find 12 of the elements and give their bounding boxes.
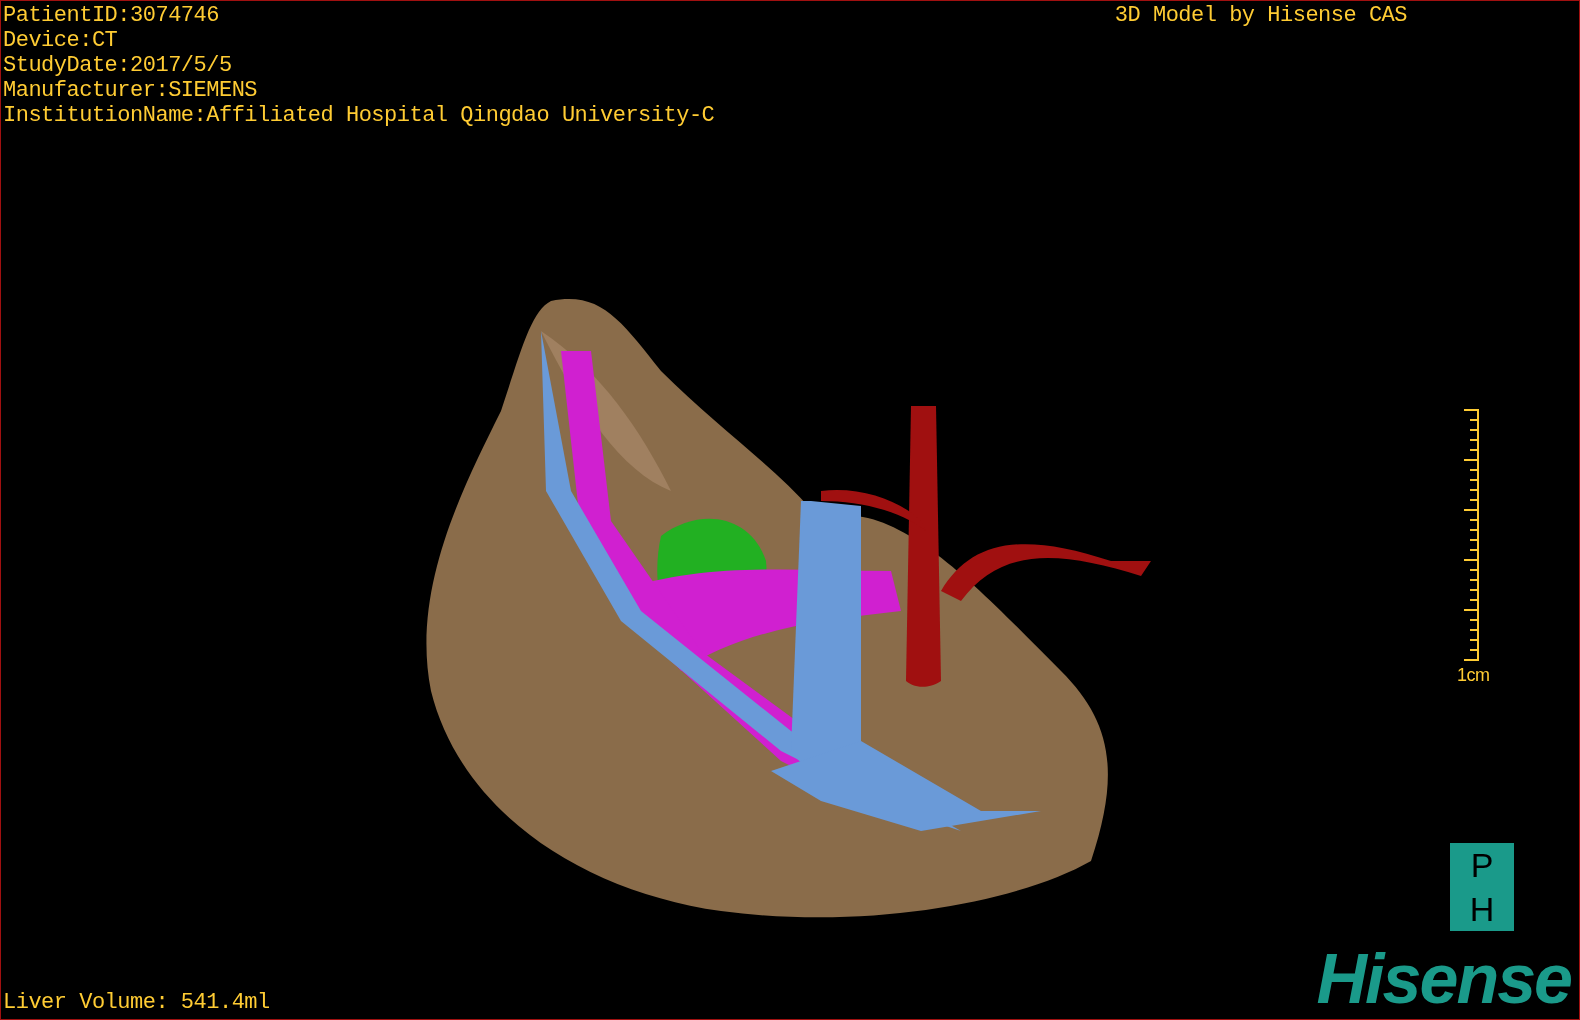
orientation-letter: H bbox=[1469, 891, 1495, 927]
orientation-letter: P bbox=[1470, 847, 1494, 883]
study-info-text: InstitutionName:Affiliated Hospital Qingdao University-C bbox=[3, 103, 715, 128]
study-info-text: Device:CT bbox=[3, 28, 119, 53]
study-info-text: Manufacturer:SIEMENS bbox=[3, 78, 259, 103]
liver-volume-text: Liver Volume: 541.4ml bbox=[3, 990, 270, 1015]
study-info-text: StudyDate:2017/5/5 bbox=[3, 53, 233, 78]
brand-logo: Hisense bbox=[1316, 947, 1572, 1011]
scale-bar-icon bbox=[1463, 409, 1480, 661]
scale-label: 1cm bbox=[1457, 664, 1490, 687]
study-info-text: PatientID:3074746 bbox=[3, 3, 220, 28]
model-credit-text: 3D Model by Hisense CAS bbox=[1114, 3, 1407, 30]
